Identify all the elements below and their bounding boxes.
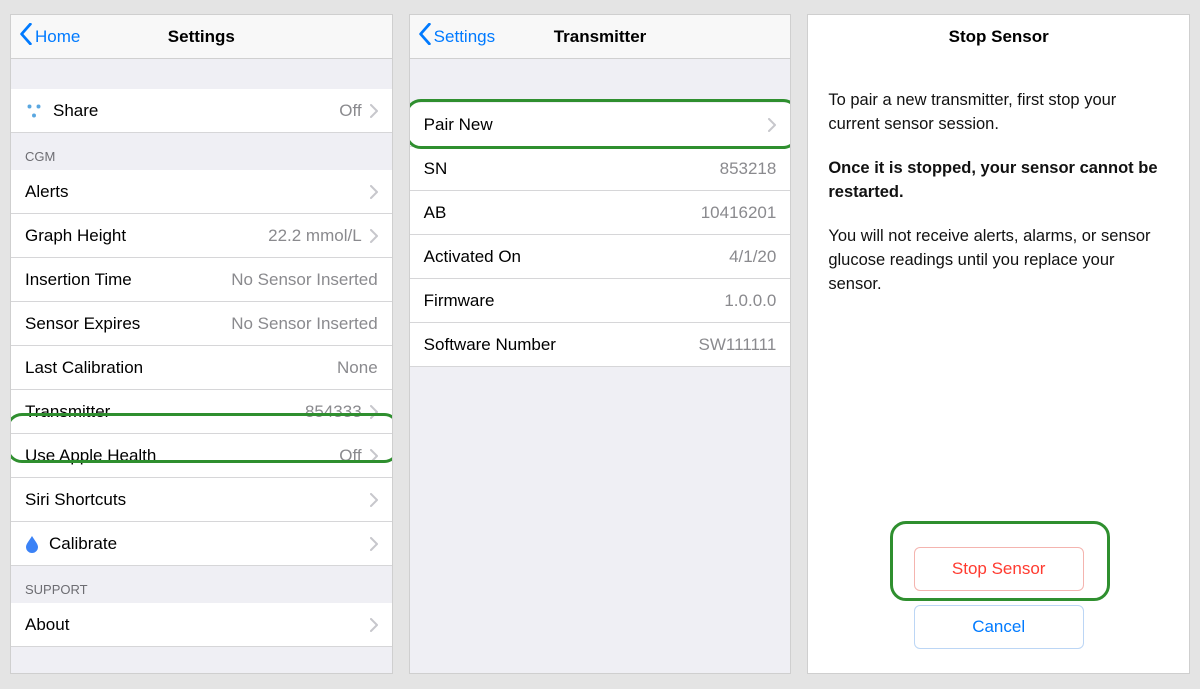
share-icon [25,102,43,120]
chevron-right-icon [370,493,378,507]
chevron-right-icon [370,449,378,463]
chevron-right-icon [370,537,378,551]
graph-height-value: 22.2 mmol/L [268,226,362,246]
calibrate-label: Calibrate [49,534,117,554]
page-title: Stop Sensor [808,27,1189,47]
transmitter-screen: Settings Transmitter Pair New SN 853218 … [409,14,792,674]
sensor-expires-row: Sensor Expires No Sensor Inserted [11,302,392,346]
ab-label: AB [424,203,447,223]
chevron-right-icon [370,229,378,243]
graph-height-row[interactable]: Graph Height 22.2 mmol/L [11,214,392,258]
navbar: Home Settings [11,15,392,59]
section-header-support: SUPPORT [11,566,392,603]
stop-sensor-button-label: Stop Sensor [952,559,1046,579]
cancel-button-label: Cancel [972,617,1025,637]
sensor-expires-label: Sensor Expires [25,314,140,334]
siri-shortcuts-label: Siri Shortcuts [25,490,126,510]
use-apple-health-label: Use Apple Health [25,446,156,466]
transmitter-value: 854333 [305,402,362,422]
sensor-expires-value: No Sensor Inserted [231,314,377,334]
chevron-right-icon [370,618,378,632]
insertion-time-value: No Sensor Inserted [231,270,377,290]
chevron-left-icon [418,23,432,50]
pair-new-label: Pair New [424,115,493,135]
activated-on-row: Activated On 4/1/20 [410,235,791,279]
back-button[interactable]: Settings [410,23,495,50]
share-row[interactable]: Share Off [11,89,392,133]
insertion-time-label: Insertion Time [25,270,132,290]
settings-screen: Home Settings Share Off CGM Alerts Graph… [10,14,393,674]
firmware-row: Firmware 1.0.0.0 [410,279,791,323]
activated-on-value: 4/1/20 [729,247,776,267]
back-button[interactable]: Home [11,23,80,50]
alerts-label: Alerts [25,182,68,202]
insertion-time-row: Insertion Time No Sensor Inserted [11,258,392,302]
last-calibration-value: None [337,358,378,378]
sn-value: 853218 [720,159,777,179]
share-value: Off [339,101,361,121]
calibrate-row[interactable]: Calibrate [11,522,392,566]
software-number-row: Software Number SW111111 [410,323,791,367]
drop-icon [25,535,39,553]
ab-value: 10416201 [701,203,777,223]
back-label: Home [35,27,80,47]
activated-on-label: Activated On [424,247,521,267]
ab-row: AB 10416201 [410,191,791,235]
last-calibration-row: Last Calibration None [11,346,392,390]
chevron-right-icon [370,405,378,419]
graph-height-label: Graph Height [25,226,126,246]
body-text: To pair a new transmitter, first stop yo… [808,59,1189,316]
stop-sensor-paragraph-1: To pair a new transmitter, first stop yo… [828,89,1169,137]
firmware-value: 1.0.0.0 [724,291,776,311]
use-apple-health-value: Off [339,446,361,466]
sn-label: SN [424,159,448,179]
stop-sensor-screen: Stop Sensor To pair a new transmitter, f… [807,14,1190,674]
back-label: Settings [434,27,495,47]
stop-sensor-paragraph-2: Once it is stopped, your sensor cannot b… [828,157,1169,205]
stop-sensor-paragraph-3: You will not receive alerts, alarms, or … [828,225,1169,297]
button-stack: Stop Sensor Cancel [808,547,1189,649]
share-label: Share [53,101,98,121]
chevron-right-icon [370,104,378,118]
siri-shortcuts-row[interactable]: Siri Shortcuts [11,478,392,522]
navbar: Settings Transmitter [410,15,791,59]
stop-sensor-button[interactable]: Stop Sensor [914,547,1084,591]
software-number-label: Software Number [424,335,556,355]
about-row[interactable]: About [11,603,392,647]
about-label: About [25,615,69,635]
use-apple-health-row[interactable]: Use Apple Health Off [11,434,392,478]
software-number-value: SW111111 [699,335,777,355]
navbar: Stop Sensor [808,15,1189,59]
chevron-right-icon [370,185,378,199]
firmware-label: Firmware [424,291,495,311]
transmitter-row[interactable]: Transmitter 854333 [11,390,392,434]
last-calibration-label: Last Calibration [25,358,143,378]
chevron-right-icon [768,118,776,132]
sn-row: SN 853218 [410,147,791,191]
chevron-left-icon [19,23,33,50]
alerts-row[interactable]: Alerts [11,170,392,214]
pair-new-row[interactable]: Pair New [410,103,791,147]
section-header-cgm: CGM [11,133,392,170]
cancel-button[interactable]: Cancel [914,605,1084,649]
transmitter-label: Transmitter [25,402,110,422]
